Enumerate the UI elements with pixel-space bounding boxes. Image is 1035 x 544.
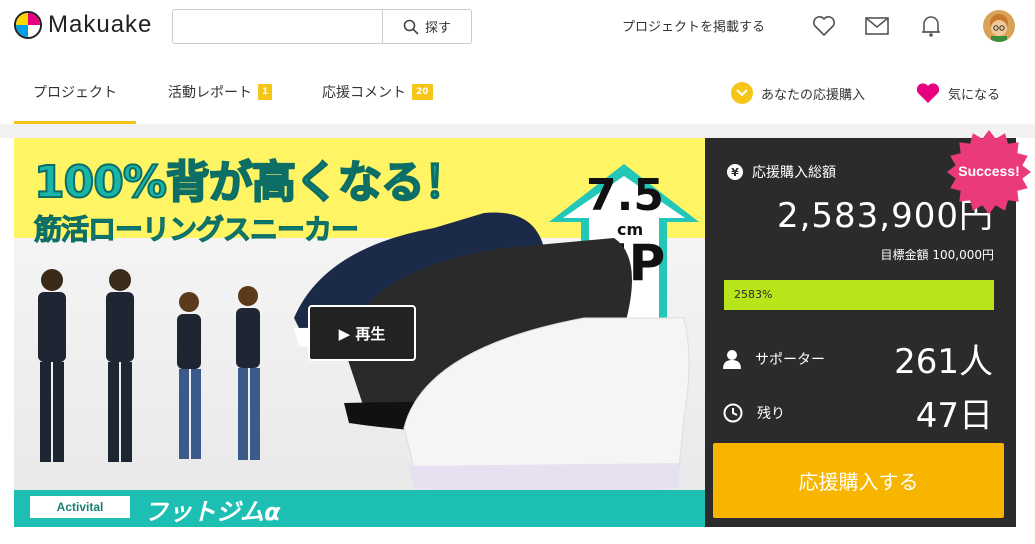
project-tabs: プロジェクト 活動レポート 1 応援コメント 20 あなたの応援購入 気になる <box>0 62 1035 124</box>
mail-icon[interactable] <box>864 13 890 39</box>
project-hero-image[interactable]: 7.5 cm UP 100%背が高くなる！ 筋活ローリングスニーカー ▶ 再生 … <box>14 138 705 527</box>
makuake-logo[interactable]: Makuake <box>14 11 152 39</box>
total-label: 応援購入総額 <box>752 165 836 181</box>
search-icon <box>403 19 419 35</box>
bell-icon[interactable] <box>918 13 944 39</box>
your-support-label: あなたの応援購入 <box>761 87 866 103</box>
starburst-icon: Success! <box>947 130 1031 214</box>
user-avatar[interactable] <box>983 10 1015 42</box>
chevron-down-icon <box>731 82 753 104</box>
models-illustration <box>38 269 260 462</box>
logo-text: Makuake <box>48 11 153 38</box>
favorite-button[interactable]: 気になる <box>916 82 1000 104</box>
favorite-label: 気になる <box>948 87 1001 103</box>
progress-percent: 2583% <box>734 288 773 301</box>
support-comments-count-badge: 20 <box>412 84 433 100</box>
search-bar: 探す <box>172 9 472 44</box>
activital-logo: Activital <box>30 496 130 518</box>
supporters-label: サポーター <box>755 351 825 368</box>
heart-icon[interactable] <box>811 13 837 39</box>
support-purchase-button[interactable]: 応援購入する <box>713 443 1004 518</box>
supporters-row: サポーター 261人 <box>723 334 1003 383</box>
your-support-button[interactable]: あなたの応援購入 <box>731 82 865 104</box>
tab-project-label: プロジェクト <box>33 85 117 101</box>
site-header: Makuake 探す プロジェクトを掲載する <box>0 0 1035 52</box>
goal-amount: 目標金額 100,000円 <box>880 248 994 262</box>
search-button-label: 探す <box>424 21 451 36</box>
tab-support-comments-label: 応援コメント <box>322 85 406 101</box>
success-label: Success! <box>958 163 1019 179</box>
yen-icon: ¥ <box>727 164 743 180</box>
remaining-days: 47日 <box>915 396 993 436</box>
tab-project[interactable]: プロジェクト <box>14 82 136 124</box>
activity-report-count-badge: 1 <box>258 84 273 100</box>
remaining-row: 残り 47日 <box>723 388 1003 437</box>
heart-filled-icon <box>916 83 940 103</box>
clock-icon <box>723 403 743 422</box>
post-project-link[interactable]: プロジェクトを掲載する <box>622 16 765 35</box>
search-input[interactable] <box>173 10 382 43</box>
avatar-icon <box>990 14 1008 42</box>
logo-mark-icon <box>14 11 42 39</box>
tab-support-comments[interactable]: 応援コメント 20 <box>322 82 433 102</box>
funding-progress-bar: 2583% <box>724 280 994 310</box>
product-name: フットジムα <box>144 498 281 526</box>
tab-activity-report[interactable]: 活動レポート 1 <box>168 82 273 102</box>
play-video-button[interactable]: ▶ 再生 <box>308 305 416 361</box>
success-badge: Success! <box>946 129 1032 215</box>
supporters-count: 261人 <box>894 342 993 382</box>
remaining-label: 残り <box>757 405 785 422</box>
person-icon <box>723 349 741 369</box>
search-button[interactable]: 探す <box>382 10 471 43</box>
hero-headline: 100%背が高くなる！ <box>33 156 469 209</box>
tab-activity-report-label: 活動レポート <box>168 85 252 101</box>
content-divider <box>0 124 1035 138</box>
hero-brand-strip: Activital フットジムα <box>14 490 705 527</box>
